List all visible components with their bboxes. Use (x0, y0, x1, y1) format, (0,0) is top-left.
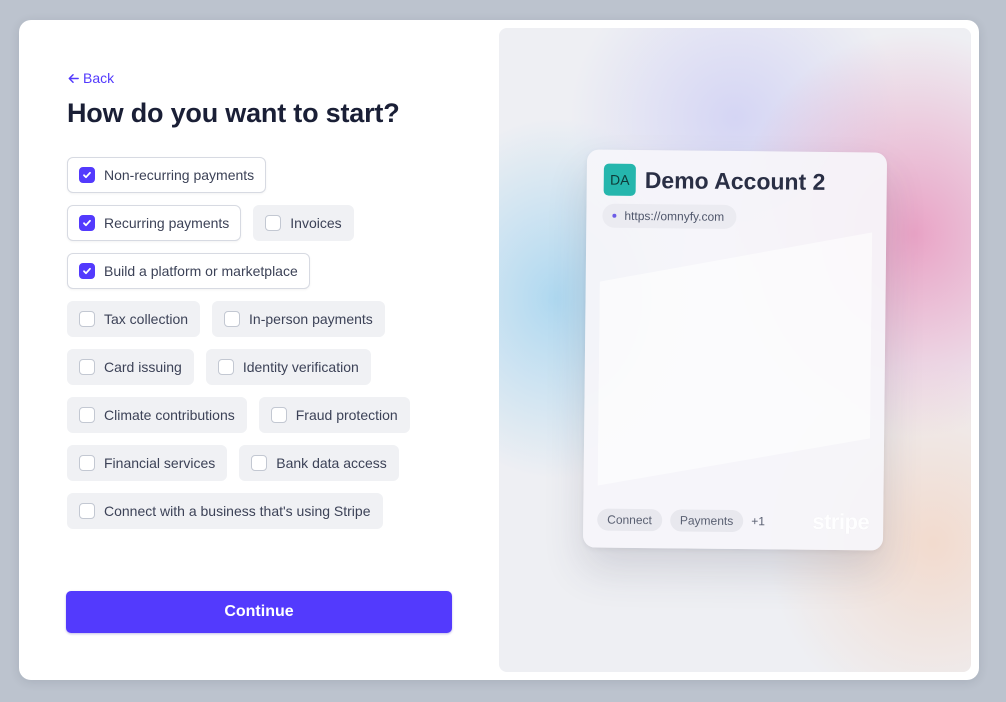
placeholder-image (597, 232, 873, 486)
arrow-left-icon (68, 73, 79, 83)
option-label: Financial services (104, 455, 216, 471)
option-in-person-payments[interactable]: In-person payments (212, 301, 385, 337)
option-connect-with-a-business-that-s-using-stripe[interactable]: Connect with a business that's using Str… (67, 493, 383, 529)
option-label: In-person payments (249, 311, 373, 327)
option-non-recurring-payments[interactable]: Non-recurring payments (67, 157, 267, 193)
checkbox-icon[interactable] (79, 407, 95, 423)
account-avatar: DA (603, 163, 636, 196)
option-row: Connect with a business that's using Str… (67, 493, 467, 529)
option-label: Fraud protection (295, 407, 398, 423)
option-row: Financial services Bank data access (67, 445, 467, 481)
options-list: Non-recurring payments Recurring payments… (67, 157, 467, 541)
option-row: Card issuing Identity verification (67, 349, 467, 385)
preview-panel: DA Demo Account 2 https://omnyfy.com Con… (499, 28, 971, 672)
option-label: Recurring payments (104, 215, 230, 231)
option-identity-verification[interactable]: Identity verification (205, 349, 371, 385)
option-row: Tax collection In-person payments (67, 301, 467, 337)
bullet-dot-icon (612, 213, 617, 218)
option-fraud-protection[interactable]: Fraud protection (258, 397, 410, 433)
option-label: Non-recurring payments (104, 167, 255, 183)
option-bank-data-access[interactable]: Bank data access (239, 445, 399, 481)
option-label: Build a platform or marketplace (104, 263, 298, 279)
checkbox-icon[interactable] (79, 455, 95, 471)
page-title: How do you want to start? (67, 98, 400, 128)
checkbox-checked-icon[interactable] (79, 215, 95, 231)
checkbox-icon[interactable] (270, 407, 287, 423)
option-recurring-payments[interactable]: Recurring payments (67, 205, 242, 241)
back-label: Back (83, 70, 115, 86)
option-card-issuing[interactable]: Card issuing (67, 349, 194, 385)
back-link[interactable]: Back (67, 70, 114, 86)
checkbox-icon[interactable] (79, 503, 95, 519)
checkbox-icon[interactable] (217, 359, 234, 375)
option-financial-services[interactable]: Financial services (67, 445, 228, 481)
option-label: Climate contributions (104, 407, 235, 423)
option-label: Tax collection (104, 311, 189, 327)
checkbox-icon[interactable] (79, 359, 95, 375)
stripe-logo: stripe (812, 508, 870, 535)
continue-button[interactable]: Continue (66, 591, 452, 633)
option-row: Build a platform or marketplace (67, 253, 467, 289)
checkbox-checked-icon[interactable] (79, 263, 95, 279)
option-label: Card issuing (104, 359, 182, 375)
checkbox-icon[interactable] (79, 311, 95, 327)
checkbox-checked-icon[interactable] (79, 167, 95, 183)
option-invoices[interactable]: Invoices (253, 205, 354, 241)
account-preview-card: DA Demo Account 2 https://omnyfy.com Con… (582, 149, 888, 551)
option-row: Climate contributions Fraud protection (67, 397, 467, 433)
checkbox-icon[interactable] (224, 311, 241, 327)
product-tag: Connect (597, 508, 663, 532)
account-url-pill: https://omnyfy.com (602, 203, 737, 230)
checkbox-icon[interactable] (265, 215, 282, 231)
option-tax-collection[interactable]: Tax collection (67, 301, 201, 337)
option-label: Connect with a business that's using Str… (104, 503, 371, 519)
checkbox-icon[interactable] (251, 455, 268, 471)
option-label: Invoices (290, 215, 342, 231)
option-row: Non-recurring payments (67, 157, 467, 193)
option-label: Bank data access (276, 455, 387, 471)
option-label: Identity verification (242, 359, 359, 375)
onboarding-modal: Back How do you want to start? Non-recur… (19, 20, 979, 680)
option-build-a-platform-or-marketplace[interactable]: Build a platform or marketplace (67, 253, 310, 289)
account-url: https://omnyfy.com (624, 208, 725, 224)
option-row: Recurring payments Invoices (67, 205, 467, 241)
product-tag: Payments (669, 509, 744, 533)
card-footer: Connect Payments +1 stripe (597, 507, 869, 536)
more-tags-count: +1 (751, 514, 766, 529)
option-climate-contributions[interactable]: Climate contributions (67, 397, 247, 433)
account-name: Demo Account 2 (644, 167, 826, 195)
